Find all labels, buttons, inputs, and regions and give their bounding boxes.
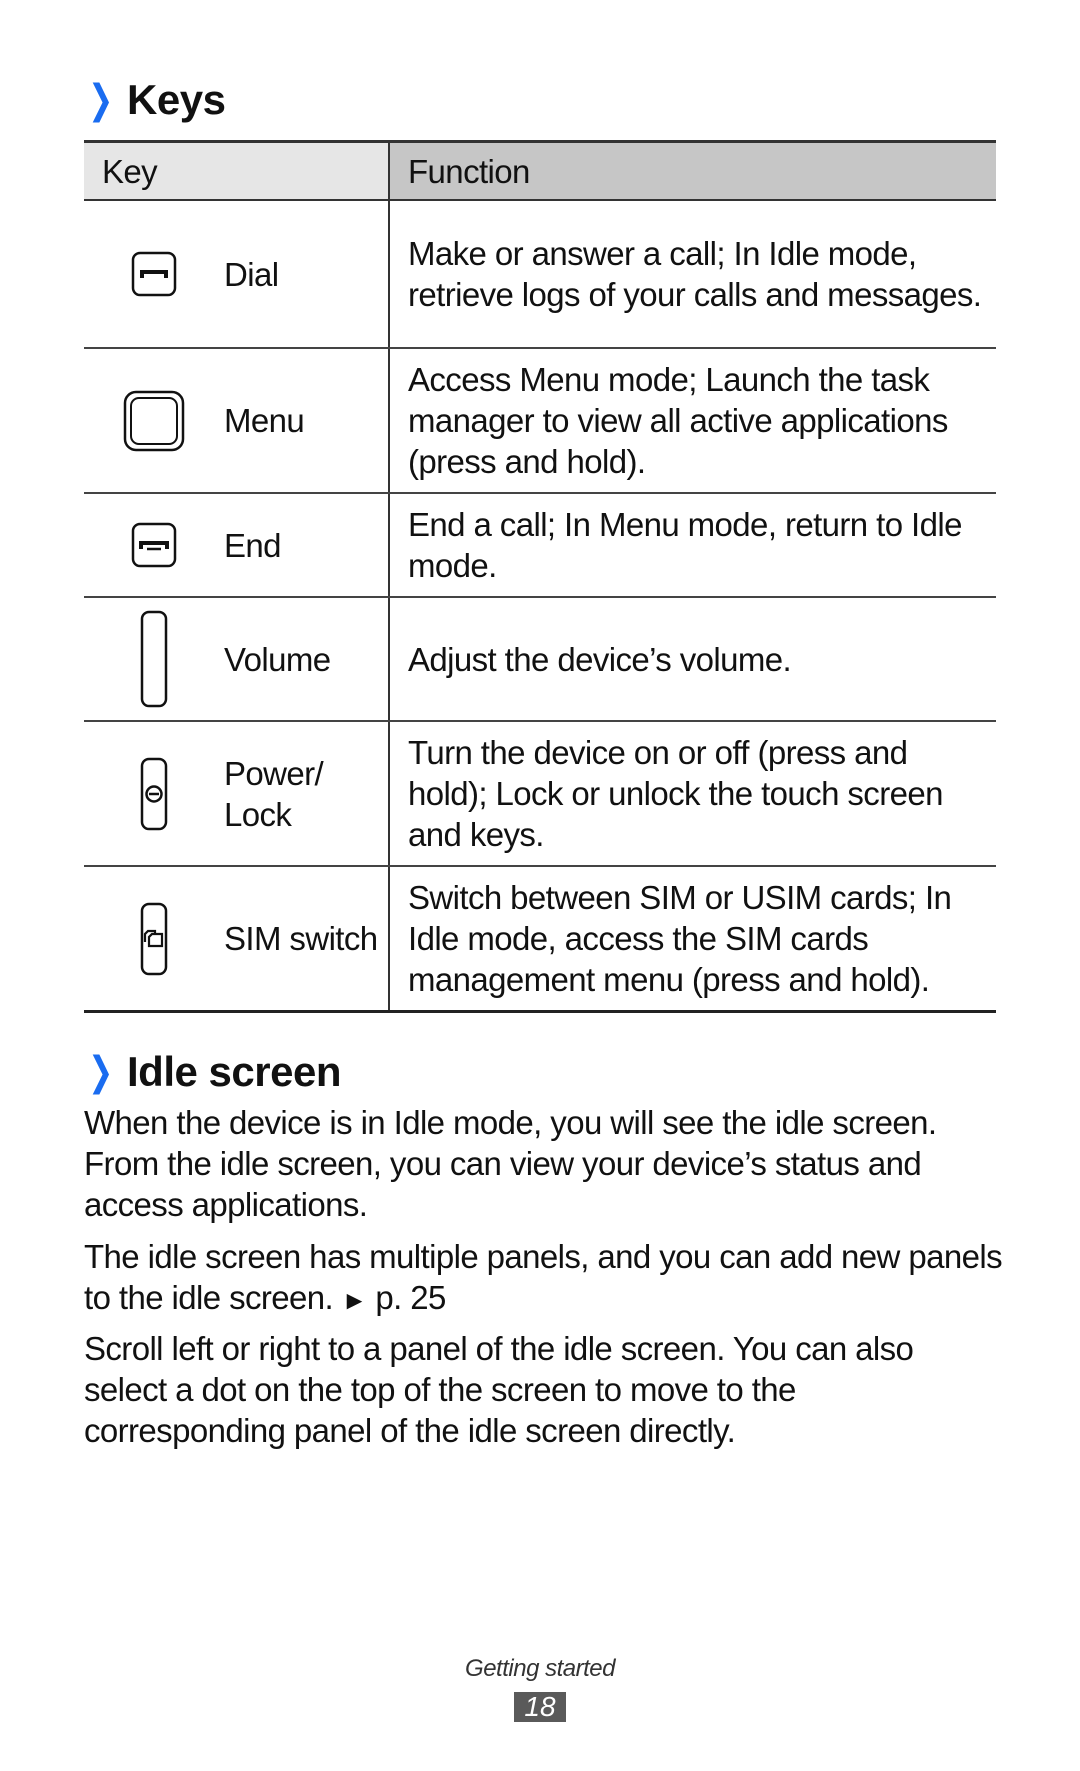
table-row: Dial Make or answer a call; In Idle mode… — [84, 200, 996, 349]
key-label: Dial — [224, 255, 279, 293]
page-number-badge: 18 — [514, 1692, 566, 1722]
key-label: Power/ Lock — [224, 754, 324, 833]
header-key: Key — [84, 140, 389, 201]
key-label: End — [224, 526, 282, 564]
function-cell: Turn the device on or off (press and hol… — [388, 721, 996, 867]
idle-section-heading: ❯ Idle screen — [84, 1048, 341, 1096]
power-lock-key-icon — [84, 757, 224, 831]
chevron-right-icon: ❯ — [88, 78, 113, 122]
function-cell: End a call; In Menu mode, return to Idle… — [388, 493, 996, 598]
idle-paragraph-2: The idle screen has multiple panels, and… — [84, 1236, 1004, 1321]
page-ref-arrow-icon: ► — [341, 1285, 368, 1315]
key-label: Menu — [224, 402, 305, 439]
function-cell: Access Menu mode; Launch the task manage… — [388, 348, 996, 494]
keys-table: Key Function Dial Make or answer a call;… — [84, 140, 996, 1013]
idle-paragraph-3: Scroll left or right to a panel of the i… — [84, 1330, 914, 1449]
table-row: Power/ Lock Turn the device on or off (p… — [84, 721, 996, 867]
table-row: SIM switch Switch between SIM or USIM ca… — [84, 866, 996, 1013]
function-cell: Adjust the device’s volume. — [388, 597, 996, 722]
table-row: End End a call; In Menu mode, return to … — [84, 493, 996, 598]
function-cell: Make or answer a call; In Idle mode, ret… — [388, 200, 996, 349]
keys-section-heading: ❯ Keys — [84, 76, 226, 124]
chevron-right-icon: ❯ — [88, 1050, 113, 1094]
end-key-icon — [84, 522, 224, 568]
table-row: Volume Adjust the device’s volume. — [84, 597, 996, 722]
sim-switch-key-icon — [84, 902, 224, 976]
table-header-row: Key Function — [84, 140, 996, 201]
volume-key-icon — [84, 610, 224, 708]
function-cell: Switch between SIM or USIM cards; In Idl… — [388, 866, 996, 1013]
page-reference-link[interactable]: p. 25 — [375, 1279, 446, 1316]
dial-key-icon — [84, 251, 224, 297]
idle-paragraph-2-text: The idle screen has multiple panels, and… — [84, 1238, 1003, 1316]
key-label: SIM switch — [224, 920, 378, 957]
keys-heading-text: Keys — [127, 76, 226, 123]
header-function: Function — [388, 140, 996, 201]
idle-heading-text: Idle screen — [127, 1048, 341, 1095]
idle-paragraph-1: When the device is in Idle mode, you wil… — [84, 1104, 937, 1223]
menu-key-icon — [84, 390, 224, 452]
table-row: Menu Access Menu mode; Launch the task m… — [84, 348, 996, 494]
footer-section-title: Getting started — [465, 1655, 615, 1682]
key-label: Volume — [224, 640, 331, 678]
